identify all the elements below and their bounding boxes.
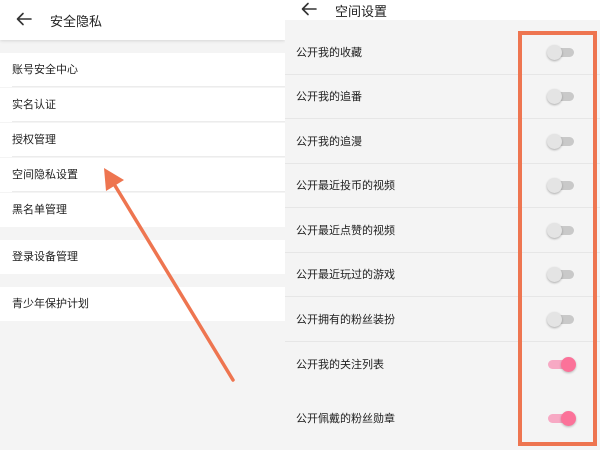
setting-row-favorites: 公开我的收藏 [285,31,600,75]
toggle-switch[interactable] [547,178,574,193]
top-bar: 空间设置 [285,0,600,20]
menu-item-space-privacy[interactable]: 空间隐私设置 [0,158,285,192]
menu-item-login-devices[interactable]: 登录设备管理 [0,240,285,274]
setting-row-fan-medal: 公开佩戴的粉丝勋章 [285,397,600,441]
menu-item-label: 青少年保护计划 [12,297,89,310]
divider [285,341,600,342]
setting-label: 公开我的收藏 [296,46,362,59]
menu-item-youth-protection[interactable]: 青少年保护计划 [0,287,285,321]
setting-row-fan-decor: 公开拥有的粉丝装扮 [285,298,600,342]
setting-row-recent-games: 公开最近玩过的游戏 [285,253,600,297]
setting-row-liked-videos: 公开最近点赞的视频 [285,209,600,253]
setting-label: 公开我的关注列表 [296,358,384,371]
divider [12,86,285,87]
toggle-switch[interactable] [547,267,574,282]
divider [285,296,600,297]
page-title: 安全隐私 [50,15,103,30]
toggle-switch[interactable] [547,45,574,60]
top-bar: 安全隐私 [0,0,285,40]
setting-row-following-list: 公开我的关注列表 [285,343,600,387]
divider [285,207,600,208]
menu-item-account-security[interactable]: 账号安全中心 [0,53,285,87]
setting-label: 公开我的追漫 [296,135,362,148]
menu-item-real-name[interactable]: 实名认证 [0,88,285,122]
arrow-left-icon[interactable] [16,12,32,26]
menu-item-authorization[interactable]: 授权管理 [0,123,285,157]
setting-label: 公开我的追番 [296,90,362,103]
setting-row-manga: 公开我的追漫 [285,120,600,164]
menu-item-label: 黑名单管理 [12,203,67,216]
page-title: 空间设置 [335,5,388,20]
setting-label: 公开最近投币的视频 [296,179,395,192]
setting-label: 公开最近点赞的视频 [296,224,395,237]
setting-row-anime: 公开我的追番 [285,75,600,119]
toggle-switch[interactable] [547,89,574,104]
setting-label: 公开拥有的粉丝装扮 [296,313,395,326]
toggle-switch[interactable] [548,357,576,372]
divider [12,191,285,192]
divider [12,121,285,122]
divider [285,118,600,119]
menu-item-label: 空间隐私设置 [12,168,78,181]
toggle-switch[interactable] [548,411,576,426]
security-privacy-screen: 安全隐私 账号安全中心 实名认证 授权管理 空间隐私设置 黑名单管理 登录设备管… [0,0,285,450]
menu-item-label: 授权管理 [12,133,56,146]
menu-item-label: 实名认证 [12,98,56,111]
toggle-switch[interactable] [547,223,574,238]
divider [12,156,285,157]
menu-item-blacklist[interactable]: 黑名单管理 [0,193,285,227]
toggle-switch[interactable] [547,134,574,149]
toggle-switch[interactable] [547,312,574,327]
menu-item-label: 账号安全中心 [12,63,78,76]
space-settings-screen: 空间设置 公开我的收藏 公开我的追番 公开我的追漫 公开最近投币的视频 公开最近… [285,0,600,450]
menu-item-label: 登录设备管理 [12,250,78,263]
arrow-left-icon[interactable] [301,2,317,16]
setting-label: 公开佩戴的粉丝勋章 [296,412,395,425]
setting-row-coined-videos: 公开最近投币的视频 [285,164,600,208]
setting-label: 公开最近玩过的游戏 [296,268,395,281]
